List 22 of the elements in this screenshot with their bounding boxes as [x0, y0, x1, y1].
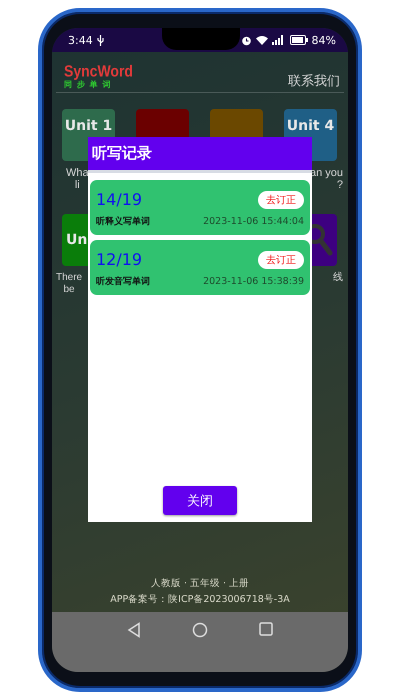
- footer-text: 人教版 · 五年级 · 上册: [150, 577, 250, 590]
- dictation-type: 听释义写单词: [96, 215, 150, 228]
- caption-text: Wha: [66, 167, 89, 179]
- app-logo: SyncWord: [64, 62, 133, 80]
- record-time: 2023-11-06 15:38:39: [203, 276, 304, 287]
- score-text: 12/19: [96, 250, 142, 269]
- logo-subtitle: 同 步 单 词: [64, 80, 112, 90]
- battery-percent: 84%: [312, 34, 336, 46]
- score-text: 14/19: [96, 190, 142, 209]
- status-time: 3:44: [68, 34, 93, 46]
- caption-text: There: [56, 272, 82, 284]
- dictation-type: 听发音写单词: [96, 275, 150, 288]
- caption-text: be: [64, 284, 75, 296]
- tile-label: Unit 1: [64, 118, 112, 134]
- caption-text: li: [74, 179, 80, 191]
- caption-text: ?: [336, 179, 343, 191]
- dialog-title: 听写记录: [88, 137, 312, 173]
- record-time: 2023-11-06 15:44:04: [203, 216, 304, 227]
- caption-text: 线: [333, 272, 343, 284]
- tile-label: Un: [66, 232, 88, 248]
- tile-label: Unit 4: [286, 118, 334, 134]
- footer-text: APP备案号：陕ICP备2023006718号-3A: [110, 593, 290, 606]
